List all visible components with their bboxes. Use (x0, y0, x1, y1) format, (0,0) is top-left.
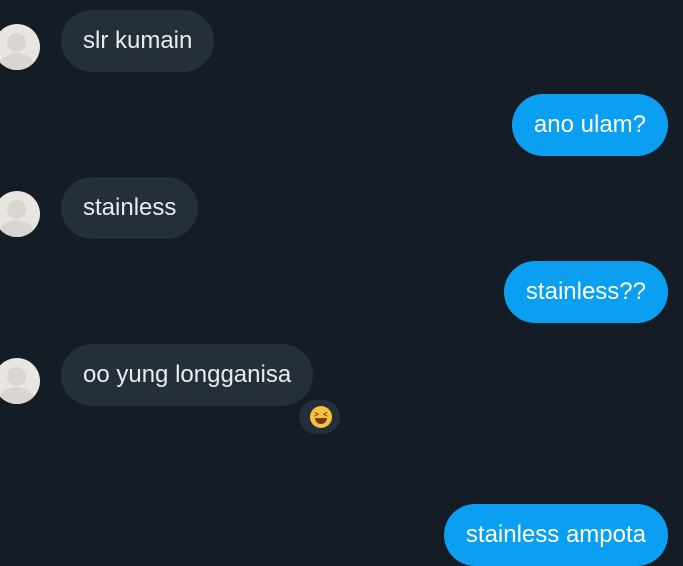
incoming-message-bubble[interactable]: slr kumain (61, 10, 215, 72)
avatar-icon[interactable] (0, 24, 40, 70)
reaction-badge[interactable]: > < (297, 398, 342, 436)
avatar-shoulders (0, 53, 34, 70)
incoming-message-bubble[interactable]: oo yung longganisa (61, 344, 314, 406)
outgoing-message-bubble[interactable]: ano ulam? (511, 94, 668, 156)
outgoing-message-bubble[interactable]: stainless?? (503, 261, 668, 323)
avatar-shoulders (0, 220, 34, 237)
chat-thread: slr kumain ano ulam? stainless stainless… (0, 0, 683, 566)
avatar-icon[interactable] (0, 191, 40, 237)
avatar-head (7, 33, 26, 52)
mouth (315, 418, 327, 424)
grinning-squinting-face-icon: > < (310, 406, 332, 428)
outgoing-message-bubble[interactable]: stainless ampota (443, 504, 668, 566)
avatar-head (7, 367, 26, 386)
avatar-head (7, 200, 26, 219)
avatar-shoulders (0, 387, 34, 404)
avatar-icon[interactable] (0, 358, 40, 404)
incoming-message-bubble[interactable]: stainless (61, 177, 199, 239)
